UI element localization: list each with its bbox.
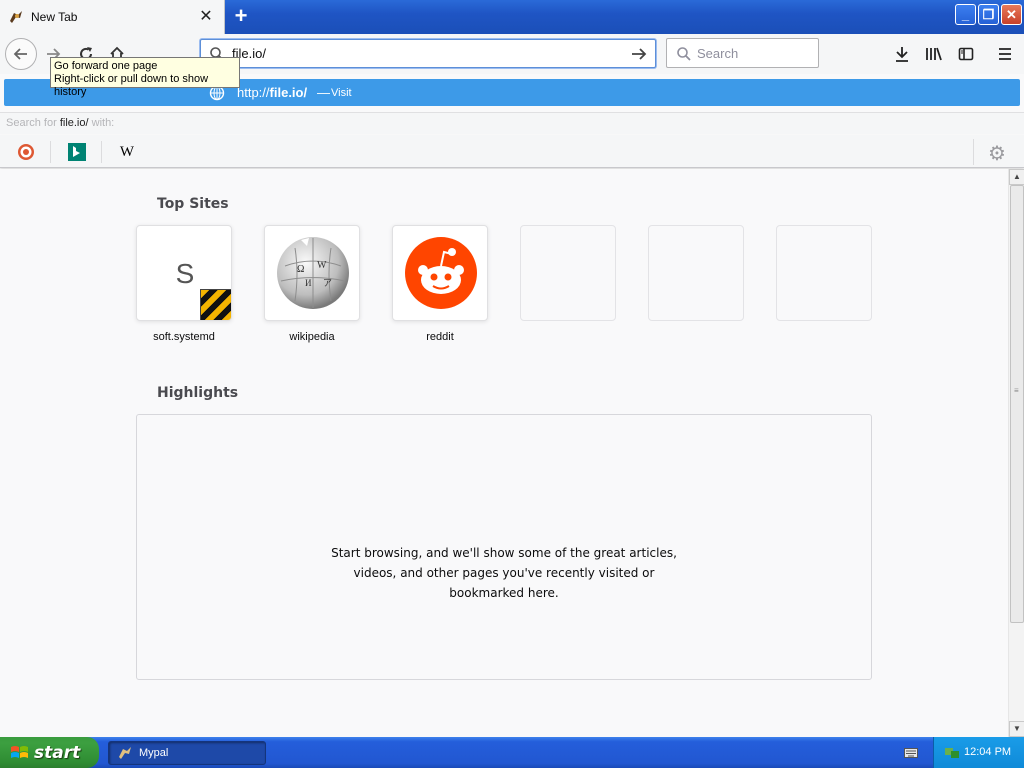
empty-tile <box>776 225 872 321</box>
mypal-icon <box>119 747 131 759</box>
reddit-icon <box>405 237 477 309</box>
highlights-message: Start browsing, and we'll show some of t… <box>331 546 677 600</box>
hazard-stripe-icon <box>200 289 231 320</box>
start-button[interactable]: start <box>0 737 99 768</box>
menu-button[interactable] <box>993 42 1017 66</box>
site-letter: S <box>175 258 195 289</box>
engine-divider <box>973 139 974 165</box>
suggestion-action: Visit <box>331 87 352 99</box>
top-site-empty <box>776 225 872 321</box>
arrow-left-icon <box>13 48 27 60</box>
top-site-wikipedia[interactable]: Ω W И ア wikipedia <box>264 225 360 343</box>
title-bar: New Tab ✕ + _ ❐ ✕ <box>0 0 1024 34</box>
tab-title: New Tab <box>31 10 78 24</box>
bing-icon <box>68 143 86 161</box>
top-site-label: soft.systemd <box>153 331 215 343</box>
close-window-button[interactable]: ✕ <box>1001 4 1022 25</box>
top-sites-title: Top Sites <box>157 196 229 212</box>
newtab-content: Top Sites S soft.systemd Ω W И ア wikiped… <box>0 169 1008 737</box>
windows-flag-icon <box>11 745 28 758</box>
empty-tile <box>520 225 616 321</box>
search-bar[interactable]: Search <box>666 38 819 68</box>
top-site-tile[interactable]: S <box>136 225 232 321</box>
restore-button[interactable]: ❐ <box>978 4 999 25</box>
tab-close-icon[interactable]: ✕ <box>198 9 214 25</box>
clock: 12:04 PM <box>964 746 1012 758</box>
library-icon <box>926 47 942 61</box>
bing-button[interactable] <box>67 142 87 162</box>
scrollbar-thumb[interactable]: ≡ <box>1010 185 1024 623</box>
scroll-up-arrow-icon[interactable]: ▲ <box>1009 169 1024 185</box>
engine-divider <box>50 141 51 163</box>
top-site-reddit[interactable]: reddit <box>392 225 488 343</box>
search-settings-gear-icon[interactable]: ⚙ <box>988 141 1006 166</box>
go-arrow-icon[interactable] <box>629 44 649 64</box>
tab-new-tab[interactable]: New Tab ✕ <box>0 0 225 34</box>
taskbar: start Mypal 12:04 PM <box>0 737 1024 768</box>
vertical-scrollbar[interactable]: ▲ ≡ ▼ <box>1008 169 1024 737</box>
grip-icon: ≡ <box>1014 386 1019 395</box>
sidebar-icon <box>958 47 974 61</box>
svg-text:W: W <box>317 260 327 271</box>
download-icon <box>896 47 908 62</box>
search-for-row: Search for file.io/ with: <box>0 112 1024 134</box>
hamburger-menu-icon <box>999 48 1011 60</box>
duckduckgo-icon <box>18 144 34 160</box>
highlights-title: Highlights <box>157 385 239 401</box>
tooltip-line-2: Right-click or pull down to show history <box>54 73 209 98</box>
search-engine-bar: W ⚙ <box>0 135 1024 168</box>
top-site-label: wikipedia <box>289 331 335 343</box>
minimize-button[interactable]: _ <box>955 4 976 25</box>
svg-text:Ω: Ω <box>297 264 304 275</box>
top-site-empty <box>648 225 744 321</box>
svg-text:И: И <box>305 278 312 288</box>
back-button[interactable] <box>5 38 37 70</box>
top-site-soft-systemd[interactable]: S soft.systemd <box>136 225 232 343</box>
new-tab-button[interactable]: + <box>228 4 254 30</box>
duckduckgo-button[interactable] <box>16 142 36 162</box>
top-site-tile[interactable]: Ω W И ア <box>264 225 360 321</box>
suggestion-separator: — <box>317 85 330 100</box>
wikipedia-button[interactable]: W <box>117 142 137 162</box>
keyboard-icon[interactable] <box>904 747 918 759</box>
tooltip-line-1: Go forward one page <box>54 60 158 72</box>
search-for-text: Search for file.io/ with: <box>6 117 115 129</box>
forward-tooltip: Go forward one page Right-click or pull … <box>50 57 240 98</box>
system-tray: 12:04 PM <box>933 737 1024 768</box>
start-label: start <box>34 742 81 763</box>
top-site-tile[interactable] <box>392 225 488 321</box>
engine-divider <box>101 141 102 163</box>
url-bar[interactable]: file.io/ <box>200 39 656 68</box>
scroll-down-arrow-icon[interactable]: ▼ <box>1009 721 1024 737</box>
mypal-favicon-icon <box>8 9 24 25</box>
top-site-label: reddit <box>426 331 454 343</box>
highlights-empty-box: Start browsing, and we'll show some of t… <box>136 414 872 680</box>
wikipedia-globe-icon: Ω W И ア <box>277 237 349 309</box>
svg-text:ア: ア <box>323 278 332 288</box>
downloads-button[interactable] <box>890 42 914 66</box>
wikipedia-w-icon: W <box>119 143 135 160</box>
library-button[interactable] <box>922 42 946 66</box>
suggestion-url: http://file.io/ <box>237 85 308 100</box>
taskbar-item-mypal[interactable]: Mypal <box>108 741 266 765</box>
top-site-empty <box>520 225 616 321</box>
search-input[interactable]: Search <box>697 46 738 61</box>
empty-tile <box>648 225 744 321</box>
sidebar-button[interactable] <box>954 42 978 66</box>
taskbar-item-label: Mypal <box>139 747 169 759</box>
network-icon[interactable] <box>944 745 960 759</box>
search-icon <box>677 47 691 61</box>
